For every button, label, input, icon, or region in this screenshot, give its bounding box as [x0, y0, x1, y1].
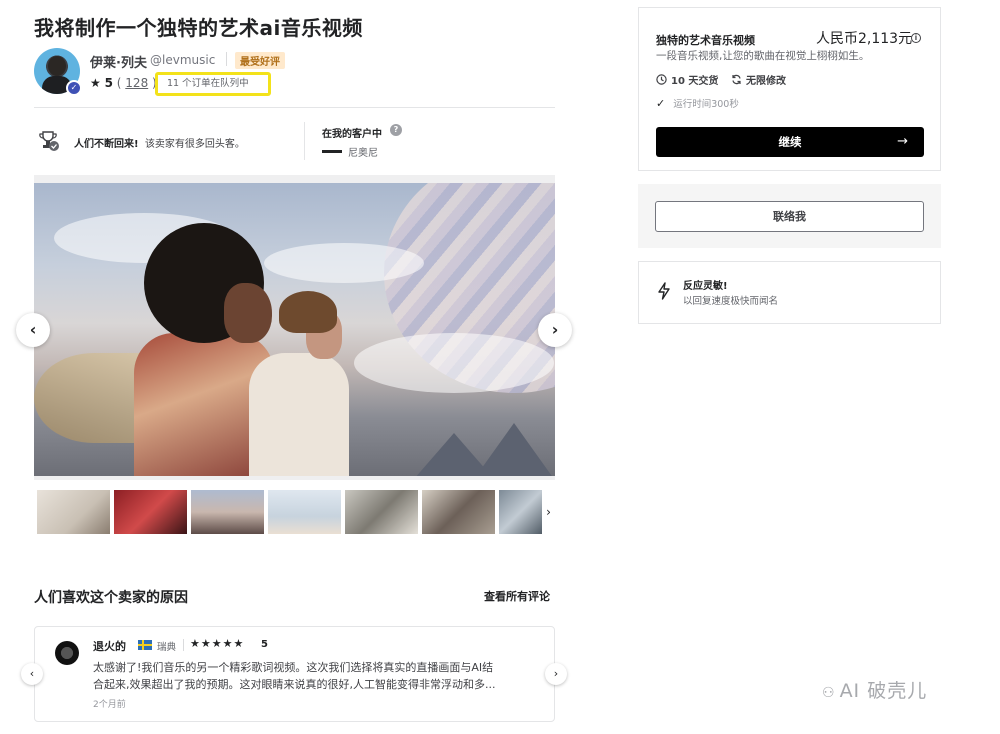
thumbnail[interactable] — [268, 490, 341, 534]
orders-in-queue: 11 个订单在队列中 — [155, 72, 271, 96]
check-icon: ✓ — [656, 97, 666, 110]
package-description: 一段音乐视频,让您的歌曲在视觉上栩栩如生。 — [656, 50, 870, 62]
continue-label: 继续 — [778, 135, 802, 149]
gallery-thumbnails: › — [37, 490, 555, 534]
returning-title: 人们不断回来! — [74, 139, 139, 150]
package-card: 独特的艺术音乐视频 人民币2,113元 i 一段音乐视频,让您的歌曲在视觉上栩栩… — [638, 7, 941, 171]
review-text-line: 太感谢了!我们音乐的另一个精彩歌词视频。这次我们选择将真实的直播画面与AI结 — [93, 661, 494, 674]
gallery-prev-button[interactable]: ‹ — [16, 313, 50, 347]
thumbnail[interactable] — [345, 490, 418, 534]
review-score: 5 — [261, 639, 268, 650]
clients-title: 在我的客户中 — [322, 129, 382, 140]
client-name: 尼奥尼 — [348, 148, 378, 159]
info-icon[interactable]: i — [911, 33, 921, 43]
thumbnails-next-button[interactable]: › — [542, 490, 555, 534]
seller-handle: @levmusic — [150, 53, 216, 67]
sweden-flag-icon — [138, 640, 152, 650]
seller-rating: ★ 5 ( 128 ) — [90, 76, 157, 90]
review-stars-icon: ★★★★★ — [190, 637, 245, 650]
returning-desc: 该卖家有很多回头客。 — [144, 139, 245, 150]
responsive-subtitle: 以回复速度极快而闻名 — [683, 296, 779, 307]
image-gallery — [34, 175, 555, 480]
contact-me-button[interactable]: 联络我 — [655, 201, 924, 232]
review-next-button[interactable]: › — [545, 663, 567, 685]
contact-section: 联络我 — [638, 184, 941, 248]
revisions: 无限修改 — [731, 72, 786, 87]
package-title: 独特的艺术音乐视频 — [656, 34, 755, 47]
lightning-icon — [658, 282, 670, 300]
continue-button[interactable]: 继续 → — [656, 127, 924, 157]
review-text: 太感谢了!我们音乐的另一个精彩歌词视频。这次我们选择将真实的直播画面与AI结 合… — [93, 659, 541, 693]
watermark-text: AI 破壳儿 — [839, 680, 928, 702]
runtime-feature: ✓ 运行时间300秒 — [656, 96, 739, 110]
trophy-icon — [39, 131, 59, 151]
revisions-label: 无限修改 — [746, 76, 786, 87]
gallery-next-button[interactable]: › — [538, 313, 572, 347]
thumbnail[interactable] — [422, 490, 495, 534]
gig-title: 我将制作一个独特的艺术ai音乐视频 — [34, 16, 363, 40]
seller-name[interactable]: 伊莱·列夫 — [90, 52, 147, 71]
delivery-time: 10 天交货 — [656, 72, 718, 87]
thumbnail[interactable] — [37, 490, 110, 534]
watermark: ⚇ AI 破壳儿 — [822, 676, 927, 703]
see-all-reviews-link[interactable]: 查看所有评论 — [484, 588, 550, 604]
review-text-line: 合起来,效果超出了我的预期。这对眼睛来说真的很好,人工智能变得非常浮动和多... — [93, 678, 496, 691]
seller-header: ✓ 伊莱·列夫 @levmusic 最受好评 ★ 5 ( 128 ) 11 个订… — [34, 48, 554, 104]
verified-icon: ✓ — [66, 80, 82, 96]
refresh-icon — [732, 74, 741, 85]
thumbnail-active[interactable] — [191, 490, 264, 534]
reviewer-avatar — [55, 641, 79, 665]
thumbnail[interactable] — [114, 490, 187, 534]
returning-buyers-text: 人们不断回来! 该卖家有很多回头客。 — [74, 135, 245, 150]
responsive-title: 反应灵敏! — [683, 281, 728, 292]
reviews-section-title: 人们喜欢这个卖家的原因 — [34, 590, 188, 606]
top-rated-badge: 最受好评 — [235, 52, 285, 69]
clock-icon — [656, 74, 667, 85]
review-count-link[interactable]: 128 — [125, 76, 148, 90]
review-card: 退火的 瑞典 ★★★★★ 5 太感谢了!我们音乐的另一个精彩歌词视频。这次我们选… — [34, 626, 555, 722]
divider — [183, 639, 184, 651]
reviewer-country: 瑞典 — [157, 642, 177, 653]
thumbnail[interactable] — [499, 490, 542, 534]
wechat-icon: ⚇ — [822, 685, 836, 701]
divider — [304, 122, 305, 160]
runtime-label: 运行时间300秒 — [673, 99, 739, 110]
review-prev-button[interactable]: ‹ — [21, 663, 43, 685]
reviewer-name: 退火的 — [93, 640, 126, 653]
responsive-card: 反应灵敏! 以回复速度极快而闻名 — [638, 261, 941, 324]
help-icon[interactable]: ? — [390, 124, 402, 136]
client-logo — [322, 150, 342, 153]
package-price: 人民币2,113元 — [816, 31, 913, 47]
rating-score: 5 — [104, 76, 113, 90]
review-time: 2个月前 — [93, 700, 126, 710]
arrow-right-icon: → — [897, 134, 908, 149]
divider — [34, 107, 555, 108]
divider — [226, 52, 227, 66]
seller-highlights: 人们不断回来! 该卖家有很多回头客。 在我的客户中 ? 尼奥尼 — [34, 120, 555, 164]
delivery-label: 10 天交货 — [671, 76, 719, 87]
gallery-main-image[interactable] — [34, 183, 555, 476]
star-icon: ★ — [90, 76, 101, 90]
